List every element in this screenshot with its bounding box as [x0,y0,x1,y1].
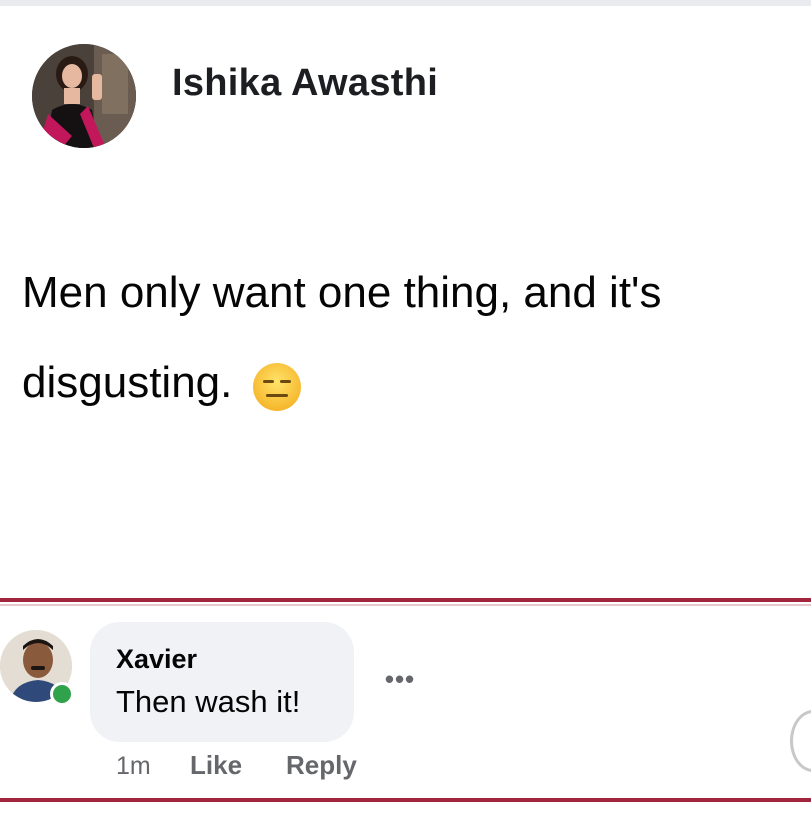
divider-faint [0,604,811,606]
divider-bottom [0,798,811,802]
post-text: Men only want one thing, and it's disgus… [22,248,811,428]
post-text-content: Men only want one thing, and it's disgus… [22,268,662,407]
comment-timestamp: 1m [116,752,151,780]
online-status-dot [50,682,74,706]
avatar-photo [32,44,136,148]
screenshot-page: Ishika Awasthi Men only want one thing, … [0,0,811,814]
comment-reply-button[interactable]: Reply [286,750,357,781]
comment-more-options-button[interactable]: ••• [380,664,420,694]
expressionless-face-icon [251,354,303,412]
comment-author-name[interactable]: Xavier [116,644,197,675]
top-strip [0,0,811,6]
divider-top [0,598,811,602]
comment-text: Then wash it! [116,684,301,719]
comment-like-button[interactable]: Like [190,750,242,781]
post-author-avatar[interactable] [32,44,136,148]
comment-bubble [90,622,354,742]
edge-circle-button[interactable] [790,710,811,772]
post-author-name[interactable]: Ishika Awasthi [172,62,438,105]
